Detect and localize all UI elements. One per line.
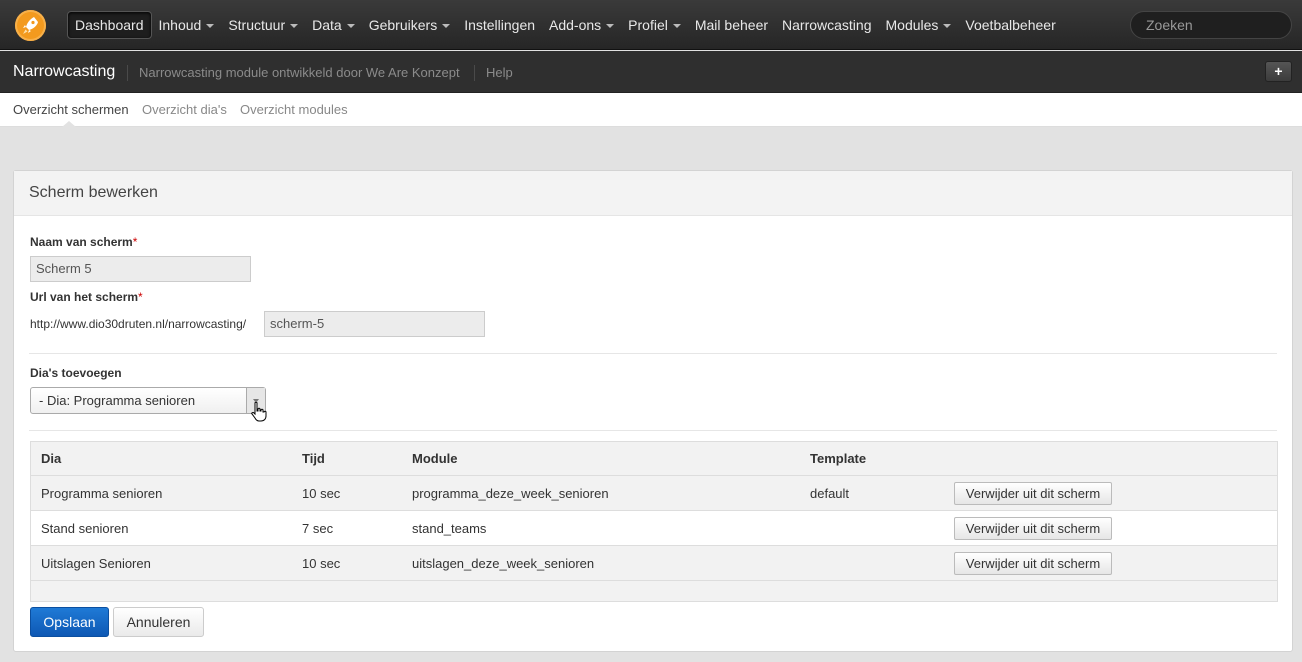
cell-dia: Programma senioren [41, 486, 163, 501]
nav-item-gebruikers[interactable]: Gebruikers [362, 11, 457, 39]
tabs-row: Overzicht schermen Overzicht dia's Overz… [0, 93, 1302, 127]
caret-down-icon [606, 24, 615, 29]
cell-dia: Uitslagen Senioren [41, 556, 151, 571]
page-title: Scherm bewerken [29, 184, 158, 201]
nav-item-dashboard[interactable]: Dashboard [67, 11, 152, 39]
rocket-icon[interactable] [15, 10, 46, 41]
table-row: Programma senioren 10 sec programma_deze… [31, 476, 1277, 511]
top-navbar: Dashboard Inhoud Structuur Data Gebruikers In… [0, 0, 1302, 50]
caret-down-icon [672, 24, 681, 29]
tab-overzicht-schermen[interactable]: Overzicht schermen [13, 102, 129, 117]
table-row: Stand senioren 7 sec stand_teams Verwijd… [31, 511, 1277, 546]
add-button[interactable]: + [1265, 61, 1292, 82]
nav-item-label: Mail beheer [694, 17, 769, 33]
slides-table: Dia Tijd Module Template Programma senio… [30, 441, 1278, 602]
nav-item-label: Profiel [628, 17, 668, 33]
divider [29, 430, 1277, 431]
remove-from-screen-button[interactable]: Verwijder uit dit scherm [954, 482, 1112, 505]
slides-select[interactable]: - Dia: Programma senioren [30, 387, 266, 414]
nav-item-label: Add-ons [549, 17, 602, 33]
save-button[interactable]: Opslaan [30, 607, 109, 637]
nav-item-add-ons[interactable]: Add-ons [542, 11, 621, 39]
nav-item-voetbalbeheer[interactable]: Voetbalbeheer [958, 11, 1062, 39]
nav-item-label: Instellingen [464, 17, 536, 33]
table-header: Dia Tijd Module Template [31, 442, 1277, 476]
column-header-dia: Dia [41, 451, 62, 466]
column-header-template: Template [810, 451, 867, 466]
url-label-text: Url van het scherm [30, 290, 139, 304]
nav-item-label: Gebruikers [368, 17, 438, 33]
divider [29, 353, 1277, 354]
nav-item-profiel[interactable]: Profiel [621, 11, 688, 39]
search-input[interactable]: Zoeken [1130, 11, 1292, 39]
url-prefix: http://www.dio30druten.nl/narrowcasting/ [30, 317, 247, 331]
slides-label: Dia's toevoegen [30, 366, 122, 380]
cell-module: programma_deze_week_senioren [412, 486, 609, 501]
nav-item-label: Structuur [228, 17, 286, 33]
module-title: Narrowcasting [13, 63, 116, 80]
nav-item-mail-beheer[interactable]: Mail beheer [688, 11, 775, 39]
nav-item-structuur[interactable]: Structuur [221, 11, 305, 39]
column-header-tijd: Tijd [302, 451, 325, 466]
active-tab-indicator [62, 121, 76, 127]
required-mark: * [138, 290, 143, 304]
name-label-text: Naam van scherm [30, 235, 133, 249]
nav-item-modules[interactable]: Modules [879, 11, 959, 39]
table-row: Uitslagen Senioren 10 sec uitslagen_deze… [31, 546, 1277, 581]
remove-from-screen-button[interactable]: Verwijder uit dit scherm [954, 517, 1112, 540]
help-link[interactable]: Help [474, 65, 513, 81]
nav-item-label: Narrowcasting [782, 17, 872, 33]
cell-module: stand_teams [412, 521, 487, 536]
nav-item-label: Data [312, 17, 342, 33]
remove-from-screen-button[interactable]: Verwijder uit dit scherm [954, 552, 1112, 575]
nav-item-label: Modules [885, 17, 939, 33]
hand-cursor-icon [251, 402, 267, 422]
caret-down-icon [206, 24, 215, 29]
module-description: Narrowcasting module ontwikkeld door We … [127, 65, 460, 81]
tab-overzicht-dias[interactable]: Overzicht dia's [142, 102, 227, 117]
nav-item-inhoud[interactable]: Inhoud [152, 11, 222, 39]
cancel-button[interactable]: Annuleren [113, 607, 204, 637]
nav-item-label: Dashboard [75, 17, 144, 33]
cell-module: uitslagen_deze_week_senioren [412, 556, 595, 571]
cell-tijd: 7 sec [302, 521, 334, 536]
cell-tijd: 10 sec [302, 556, 341, 571]
panel-header: Scherm bewerken [14, 171, 1292, 216]
url-label: Url van het scherm* [30, 290, 143, 304]
column-header-module: Module [412, 451, 458, 466]
cell-dia: Stand senioren [41, 521, 129, 536]
caret-down-icon [943, 24, 952, 29]
nav-item-narrowcasting[interactable]: Narrowcasting [775, 11, 878, 39]
slides-select-value: - Dia: Programma senioren [39, 393, 196, 408]
cell-template: default [810, 486, 850, 501]
module-bar: Narrowcasting Narrowcasting module ontwi… [0, 51, 1302, 93]
caret-down-icon [442, 24, 451, 29]
tab-overzicht-modules[interactable]: Overzicht modules [240, 102, 348, 117]
name-label: Naam van scherm* [30, 235, 137, 249]
caret-down-icon [290, 24, 299, 29]
url-slug-field[interactable]: scherm-5 [264, 311, 485, 337]
nav-item-data[interactable]: Data [305, 11, 362, 39]
main-menu: Dashboard Inhoud Structuur Data Gebruikers In… [67, 11, 1063, 39]
nav-item-instellingen[interactable]: Instellingen [457, 11, 542, 39]
nav-item-label: Voetbalbeheer [965, 17, 1056, 33]
caret-down-icon [346, 24, 355, 29]
name-field[interactable]: Scherm 5 [30, 256, 251, 282]
edit-screen-panel: Scherm bewerken Naam van scherm* Scherm … [13, 170, 1293, 652]
nav-item-label: Inhoud [158, 17, 202, 33]
required-mark: * [132, 235, 138, 249]
cell-tijd: 10 sec [302, 486, 341, 501]
